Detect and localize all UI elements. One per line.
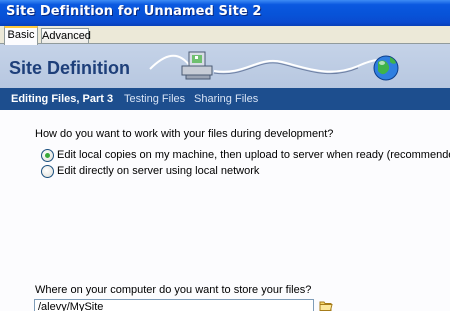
radio-edit-server[interactable]: [41, 165, 54, 178]
work-mode-question: How do you want to work with your files …: [35, 128, 334, 140]
globe-icon: [373, 55, 399, 81]
site-definition-window: Site Definition for Unnamed Site 2 Basic…: [0, 0, 450, 311]
radio-edit-local[interactable]: [41, 149, 54, 162]
tab-advanced[interactable]: Advanced: [41, 28, 91, 43]
folder-icon[interactable]: [319, 299, 333, 311]
banner-title: Site Definition: [9, 58, 130, 78]
tab-basic[interactable]: Basic: [4, 26, 38, 45]
wizard-steps-bar: Editing Files, Part 3 Testing Files Shar…: [0, 88, 450, 110]
title-bar[interactable]: Site Definition for Unnamed Site 2: [0, 0, 450, 26]
location-question: Where on your computer do you want to st…: [35, 284, 312, 296]
wizard-content: How do you want to work with your files …: [0, 110, 450, 311]
tab-panel: Site Definition Editing Files, Part 3 Te…: [0, 43, 450, 311]
window-title: Site Definition for Unnamed Site 2: [6, 4, 262, 19]
option-edit-local-label[interactable]: Edit local copies on my machine, then up…: [57, 149, 450, 161]
local-folder-input[interactable]: [34, 299, 314, 311]
cable-icon: [213, 59, 393, 73]
computer-icon: [181, 51, 213, 80]
step-current: Editing Files, Part 3: [11, 93, 114, 105]
step-sharing-files: Sharing Files: [194, 93, 259, 105]
step-testing-files: Testing Files: [124, 93, 186, 105]
wizard-banner: Site Definition: [0, 44, 450, 88]
tab-strip: Basic Advanced: [0, 26, 450, 45]
option-edit-server-label[interactable]: Edit directly on server using local netw…: [57, 165, 259, 177]
